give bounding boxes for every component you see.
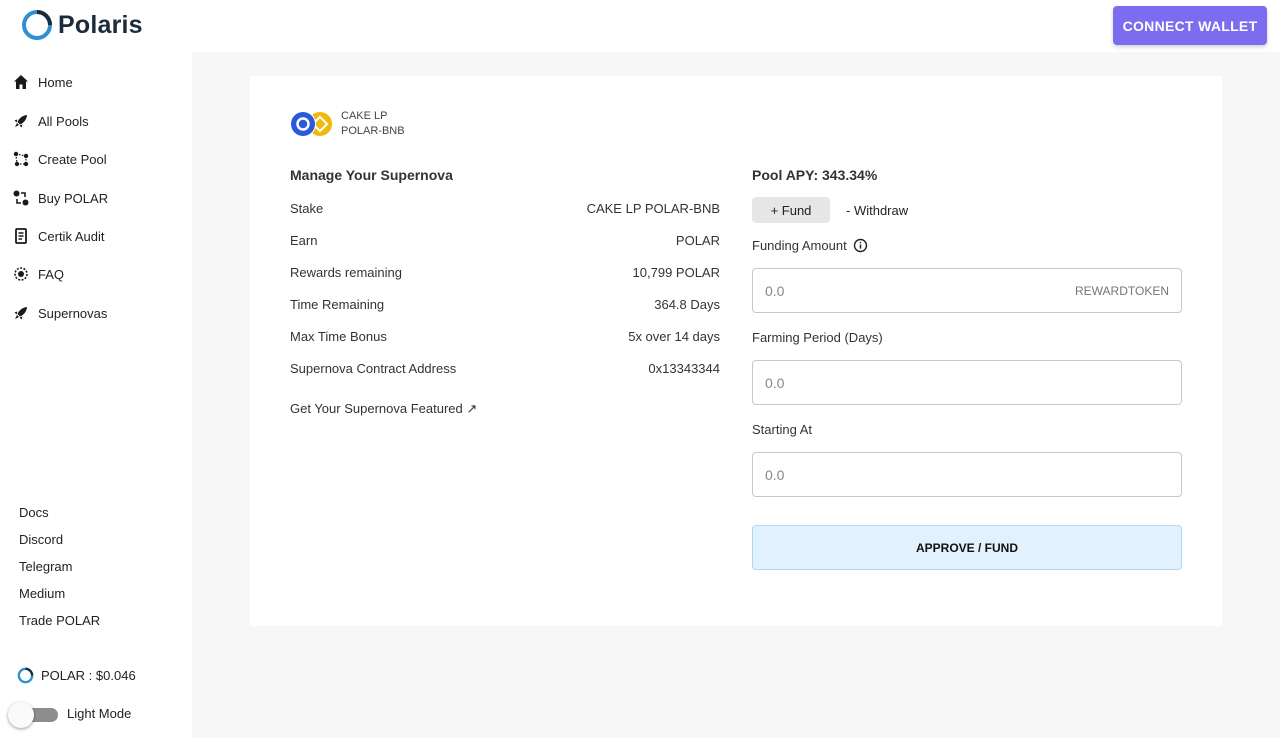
polaris-logo[interactable]: Polaris (20, 8, 143, 42)
pool-pair-line1: CAKE LP (341, 110, 388, 122)
home-icon (14, 75, 28, 89)
sidebar-item-label: Home (38, 74, 73, 90)
token-pair-icon (290, 111, 332, 137)
sidebar-item-home[interactable]: Home (12, 70, 73, 94)
farming-period-input[interactable] (765, 374, 1045, 391)
pool-pair-line2: POLAR-BNB (341, 125, 405, 137)
swap-icon (13, 190, 29, 206)
main-content: CAKE LP POLAR-BNB Manage Your Supernova … (192, 52, 1280, 738)
info-row-label: Rewards remaining (290, 265, 402, 280)
manage-title: Manage Your Supernova (290, 167, 453, 183)
info-row-value: CAKE LP POLAR-BNB (586, 201, 720, 216)
supernova-card: CAKE LP POLAR-BNB Manage Your Supernova … (250, 76, 1222, 626)
info-row: Supernova Contract Address 0x13343344 (290, 361, 720, 376)
info-row: Rewards remaining 10,799 POLAR (290, 265, 720, 280)
info-row-value: 5x over 14 days (628, 329, 720, 344)
sidebar-item-buy-polar[interactable]: Buy POLAR (12, 186, 108, 210)
telegram-link[interactable]: Telegram (19, 559, 72, 574)
pool-pair-label: CAKE LP POLAR-BNB (341, 109, 405, 139)
funding-amount-field[interactable]: REWARDTOKEN (752, 268, 1182, 313)
sidebar-item-label: Buy POLAR (38, 190, 109, 206)
docs-link[interactable]: Docs (19, 505, 49, 520)
info-row-label: Supernova Contract Address (290, 361, 457, 376)
funding-amount-label-text: Funding Amount (752, 238, 847, 253)
starting-at-field[interactable] (752, 452, 1182, 497)
funding-amount-input[interactable] (765, 282, 1045, 299)
discord-link[interactable]: Discord (19, 532, 63, 547)
info-row-value: 10,799 POLAR (632, 265, 720, 280)
sidebar-item-label: Create Pool (38, 151, 107, 167)
rocket-icon (14, 307, 27, 320)
farming-period-field[interactable] (752, 360, 1182, 405)
pool-apy: Pool APY: 343.34% (752, 167, 878, 183)
farming-period-label: Farming Period (Days) (752, 330, 883, 345)
network-icon (13, 151, 29, 167)
polaris-logo-icon (22, 10, 52, 40)
info-icon[interactable] (853, 238, 868, 253)
polar-price: POLAR : $0.046 (16, 666, 136, 685)
rocket-icon (14, 115, 27, 128)
info-row: Stake CAKE LP POLAR-BNB (290, 201, 720, 216)
sidebar-item-label: FAQ (38, 266, 65, 282)
info-row: Earn POLAR (290, 233, 720, 248)
theme-toggle-label: Light Mode (67, 705, 132, 721)
medium-link[interactable]: Medium (19, 586, 65, 601)
tab-fund[interactable]: + Fund (752, 197, 830, 223)
help-icon (14, 267, 28, 281)
approve-fund-button[interactable]: APPROVE / FUND (752, 525, 1182, 570)
sidebar: Home All Pools Create Pool Buy POLAR Cer… (0, 52, 192, 738)
top-bar: Polaris CONNECT WALLET (0, 0, 1280, 52)
sidebar-item-label: Certik Audit (38, 228, 105, 244)
starting-at-label: Starting At (752, 422, 812, 437)
info-row: Max Time Bonus 5x over 14 days (290, 329, 720, 344)
info-row-value: POLAR (675, 233, 720, 248)
sidebar-item-all-pools[interactable]: All Pools (12, 109, 89, 133)
funding-amount-label: Funding Amount (752, 238, 868, 253)
info-row-value: 364.8 Days (654, 297, 720, 312)
sidebar-item-label: All Pools (38, 113, 89, 129)
get-featured-link[interactable]: Get Your Supernova Featured ↗ (290, 401, 477, 417)
info-row-label: Time Remaining (290, 297, 385, 312)
sidebar-item-label: Supernovas (38, 305, 108, 321)
info-row: Time Remaining 364.8 Days (290, 297, 720, 312)
app-name: Polaris (58, 10, 143, 39)
sidebar-item-faq[interactable]: FAQ (12, 262, 64, 286)
polar-price-text: POLAR : $0.046 (41, 668, 136, 683)
connect-wallet-button[interactable]: CONNECT WALLET (1113, 6, 1267, 45)
starting-at-input[interactable] (765, 466, 1045, 483)
tab-withdraw[interactable]: - Withdraw (846, 197, 908, 223)
reward-token-suffix: REWARDTOKEN (1074, 283, 1169, 298)
sidebar-item-certik-audit[interactable]: Certik Audit (12, 224, 104, 248)
trade-polar-link[interactable]: Trade POLAR (19, 613, 100, 628)
contract-address[interactable]: 0x13343344 (648, 361, 720, 376)
info-row-label: Earn (290, 233, 318, 248)
info-row-label: Stake (290, 201, 324, 216)
document-icon (15, 228, 27, 244)
toggle-switch[interactable] (8, 702, 58, 728)
info-row-label: Max Time Bonus (290, 329, 387, 344)
polaris-logo-icon (17, 667, 34, 684)
theme-toggle[interactable]: Light Mode (8, 702, 132, 728)
sidebar-item-create-pool[interactable]: Create Pool (12, 147, 107, 171)
sidebar-item-supernovas[interactable]: Supernovas (12, 301, 107, 325)
